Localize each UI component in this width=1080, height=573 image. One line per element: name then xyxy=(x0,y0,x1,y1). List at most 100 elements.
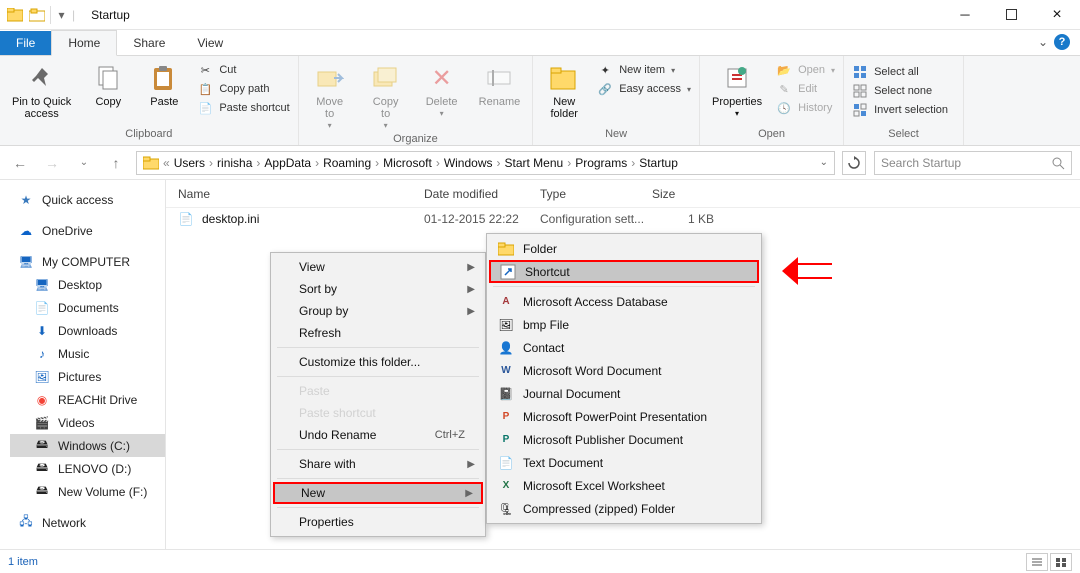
new-folder-button[interactable]: New folder xyxy=(541,60,587,122)
refresh-button[interactable] xyxy=(842,151,866,175)
submenu-zip[interactable]: 🗜Compressed (zipped) Folder xyxy=(489,497,759,520)
menu-paste-shortcut[interactable]: Paste shortcut xyxy=(273,402,483,424)
sidebar-item-reachit[interactable]: ◉REACHit Drive xyxy=(10,388,165,411)
folder-open-icon[interactable] xyxy=(28,6,46,24)
sidebar-item-quick-access[interactable]: ★Quick access xyxy=(10,188,165,211)
column-type[interactable]: Type xyxy=(540,187,652,201)
menu-undo-rename[interactable]: Undo RenameCtrl+Z xyxy=(273,424,483,446)
sidebar-item-downloads[interactable]: ⬇Downloads xyxy=(10,319,165,342)
up-button[interactable]: ↑ xyxy=(104,151,128,175)
submenu-ppt[interactable]: PMicrosoft PowerPoint Presentation xyxy=(489,405,759,428)
documents-icon: 📄 xyxy=(34,300,50,316)
open-icon: 📂 xyxy=(776,62,792,78)
menu-paste[interactable]: Paste xyxy=(273,380,483,402)
column-date[interactable]: Date modified xyxy=(424,187,540,201)
minimize-button[interactable]: ─ xyxy=(942,0,988,30)
move-to-button[interactable]: Move to▾ xyxy=(307,60,353,133)
column-headers[interactable]: Name Date modified Type Size xyxy=(166,180,1080,208)
submenu-word[interactable]: WMicrosoft Word Document xyxy=(489,359,759,382)
new-item-button[interactable]: ✦New item ▾ xyxy=(597,62,691,78)
select-all-icon xyxy=(852,64,868,80)
forward-button[interactable]: → xyxy=(40,151,64,175)
sidebar-item-my-computer[interactable]: 🖥My COMPUTER xyxy=(10,250,165,273)
sidebar-item-documents[interactable]: 📄Documents xyxy=(10,296,165,319)
easy-access-button[interactable]: 🔗Easy access ▾ xyxy=(597,81,691,97)
sidebar-item-pictures[interactable]: 🖼Pictures xyxy=(10,365,165,388)
journal-icon: 📓 xyxy=(497,385,515,403)
history-button[interactable]: 🕓History xyxy=(776,100,835,116)
contact-icon: 👤 xyxy=(497,339,515,357)
sidebar-item-windows-c[interactable]: 🖴Windows (C:) xyxy=(10,434,165,457)
submenu-access-db[interactable]: AMicrosoft Access Database xyxy=(489,290,759,313)
submenu-text[interactable]: 📄Text Document xyxy=(489,451,759,474)
menu-sort-by[interactable]: Sort by▶ xyxy=(273,278,483,300)
invert-selection-button[interactable]: Invert selection xyxy=(852,102,948,118)
ini-file-icon: 📄 xyxy=(178,211,194,227)
reachit-icon: ◉ xyxy=(34,392,50,408)
text-icon: 📄 xyxy=(497,454,515,472)
menu-new[interactable]: New▶ xyxy=(273,482,483,504)
ribbon-collapse-icon[interactable]: ⌄ xyxy=(1038,35,1048,49)
tab-share[interactable]: Share xyxy=(117,31,181,55)
search-input[interactable]: Search Startup xyxy=(874,151,1072,175)
submenu-excel[interactable]: XMicrosoft Excel Worksheet xyxy=(489,474,759,497)
breadcrumb[interactable]: « Users› rinisha› AppData› Roaming› Micr… xyxy=(136,151,835,175)
tab-home[interactable]: Home xyxy=(51,30,117,56)
details-view-button[interactable] xyxy=(1026,553,1048,571)
desktop-icon: 🖥 xyxy=(34,277,50,293)
rename-button[interactable]: Rename xyxy=(475,60,525,110)
help-icon[interactable]: ? xyxy=(1054,34,1070,50)
folder-icon xyxy=(143,156,159,170)
submenu-folder[interactable]: Folder xyxy=(489,237,759,260)
close-button[interactable]: × xyxy=(1034,0,1080,30)
menu-refresh[interactable]: Refresh xyxy=(273,322,483,344)
submenu-publisher[interactable]: PMicrosoft Publisher Document xyxy=(489,428,759,451)
submenu-contact[interactable]: 👤Contact xyxy=(489,336,759,359)
recent-dropdown[interactable]: ⌄ xyxy=(72,151,96,175)
maximize-button[interactable] xyxy=(988,0,1034,30)
annotation-arrow xyxy=(782,257,834,285)
pin-to-quick-access-button[interactable]: Pin to Quick access xyxy=(8,60,75,122)
menu-view[interactable]: View▶ xyxy=(273,256,483,278)
downloads-icon: ⬇ xyxy=(34,323,50,339)
menu-share-with[interactable]: Share with▶ xyxy=(273,453,483,475)
submenu-bmp[interactable]: 🖼bmp File xyxy=(489,313,759,336)
copy-button[interactable]: Copy xyxy=(85,60,131,110)
menu-group-by[interactable]: Group by▶ xyxy=(273,300,483,322)
tab-file[interactable]: File xyxy=(0,31,51,55)
zip-icon: 🗜 xyxy=(497,500,515,518)
breadcrumb-dropdown-icon[interactable]: ⌄ xyxy=(820,157,828,168)
back-button[interactable]: ← xyxy=(8,151,32,175)
sidebar-item-videos[interactable]: 🎬Videos xyxy=(10,411,165,434)
sidebar-item-music[interactable]: ♪Music xyxy=(10,342,165,365)
sidebar-item-onedrive[interactable]: ☁OneDrive xyxy=(10,219,165,242)
tab-view[interactable]: View xyxy=(181,31,239,55)
music-icon: ♪ xyxy=(34,346,50,362)
sidebar-item-network[interactable]: 🖧Network xyxy=(10,511,165,534)
properties-button[interactable]: Properties▾ xyxy=(708,60,766,121)
copy-to-button[interactable]: Copy to▾ xyxy=(363,60,409,133)
submenu-shortcut[interactable]: Shortcut xyxy=(489,260,759,283)
navigation-pane: ★Quick access ☁OneDrive 🖥My COMPUTER 🖥De… xyxy=(0,180,166,562)
sidebar-item-desktop[interactable]: 🖥Desktop xyxy=(10,273,165,296)
thumbnails-view-button[interactable] xyxy=(1050,553,1072,571)
select-none-button[interactable]: Select none xyxy=(852,83,948,99)
paste-shortcut-button[interactable]: 📄Paste shortcut xyxy=(197,100,289,116)
menu-customize-folder[interactable]: Customize this folder... xyxy=(273,351,483,373)
edit-button[interactable]: ✎Edit xyxy=(776,81,835,97)
select-all-button[interactable]: Select all xyxy=(852,64,948,80)
access-icon: A xyxy=(497,293,515,311)
sidebar-item-lenovo-d[interactable]: 🖴LENOVO (D:) xyxy=(10,457,165,480)
file-row[interactable]: 📄desktop.ini 01-12-2015 22:22 Configurat… xyxy=(166,208,1080,230)
cut-button[interactable]: ✂Cut xyxy=(197,62,289,78)
submenu-journal[interactable]: 📓Journal Document xyxy=(489,382,759,405)
copy-path-button[interactable]: 📋Copy path xyxy=(197,81,289,97)
open-button[interactable]: 📂Open ▾ xyxy=(776,62,835,78)
column-name[interactable]: Name xyxy=(178,187,424,201)
column-size[interactable]: Size xyxy=(652,187,732,201)
paste-button[interactable]: Paste xyxy=(141,60,187,110)
delete-button[interactable]: ✕ Delete▾ xyxy=(419,60,465,121)
qat-dropdown-icon[interactable]: ▾ xyxy=(50,6,68,24)
menu-properties[interactable]: Properties xyxy=(273,511,483,533)
sidebar-item-new-volume-f[interactable]: 🖴New Volume (F:) xyxy=(10,480,165,503)
